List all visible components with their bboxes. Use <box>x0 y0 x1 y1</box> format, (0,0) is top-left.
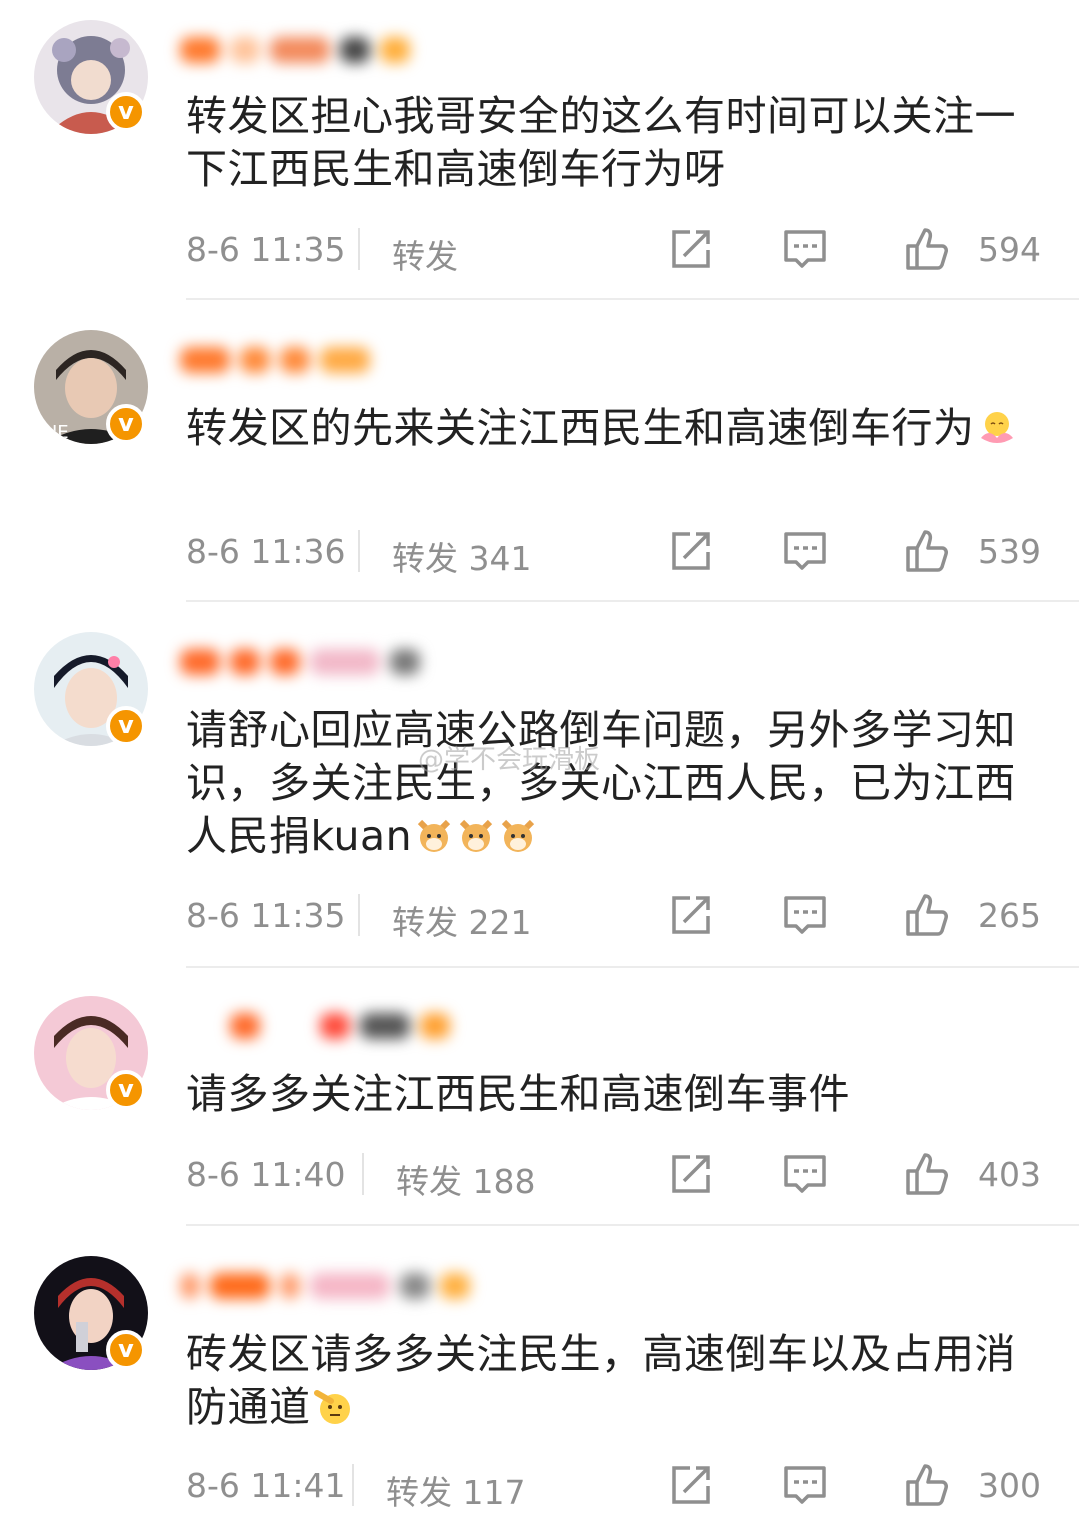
comment-time: 8-6 11:40 <box>186 1155 346 1194</box>
comment-text: 请舒心回应高速公路倒车问题，另外多学习知识，多关注民生，多关心江西人民，已为江西… <box>186 706 1016 860</box>
comment-icon[interactable] <box>782 1462 828 1508</box>
comment-time: 8-6 11:35 <box>186 230 346 269</box>
verified-badge-icon: v <box>106 706 146 746</box>
divider <box>186 966 1079 968</box>
comment-meta: 8-6 11:41 转发 117 300 <box>186 1460 1046 1512</box>
separator <box>352 1464 354 1506</box>
username-blurred[interactable] <box>180 1004 480 1048</box>
comment-text: 转发区担心我哥安全的这么有时间可以关注一下江西民生和高速倒车行为呀 <box>186 92 1016 193</box>
lotus-emoji-icon <box>980 412 1013 443</box>
comment-icon[interactable] <box>782 226 828 272</box>
watermark: @学不会玩滑板 <box>418 745 601 775</box>
divider <box>186 298 1079 300</box>
verified-badge-icon: v <box>106 92 146 132</box>
like-icon[interactable] <box>904 226 950 272</box>
comment-time: 8-6 11:36 <box>186 532 346 571</box>
separator <box>358 228 360 270</box>
verified-badge-icon: v <box>106 1330 146 1370</box>
separator <box>358 530 360 572</box>
comment-icon[interactable] <box>782 1151 828 1197</box>
share-icon[interactable] <box>668 1462 714 1508</box>
username-blurred[interactable] <box>180 28 480 72</box>
separator <box>362 1153 364 1195</box>
comment-text: 转发区的先来关注江西民生和高速倒车行为 <box>186 402 1046 455</box>
username-blurred[interactable] <box>180 640 480 684</box>
dog-emoji-icon <box>459 819 493 852</box>
repost-count[interactable]: 转发 <box>392 230 458 278</box>
comment-text: 砖发区请多多关注民生，高速倒车以及占用消防通道 <box>186 1330 1016 1431</box>
like-count: 265 <box>978 896 1041 935</box>
verified-badge-icon: v <box>106 1070 146 1110</box>
verified-badge-icon: v <box>106 404 146 444</box>
share-icon[interactable] <box>668 892 714 938</box>
comment-meta: 8-6 11:35 转发 221 265 <box>186 890 1046 942</box>
username-blurred[interactable] <box>180 338 480 382</box>
like-count: 300 <box>978 1466 1041 1505</box>
comment-icon[interactable] <box>782 892 828 938</box>
comment-meta: 8-6 11:35 转发 594 <box>186 224 1046 276</box>
like-count: 594 <box>978 230 1041 269</box>
comment-time: 8-6 11:41 <box>186 1466 346 1505</box>
repost-count[interactable]: 转发 221 <box>392 896 531 944</box>
share-icon[interactable] <box>668 226 714 272</box>
like-count: 539 <box>978 532 1041 571</box>
dog-emoji-icon <box>417 819 451 852</box>
divider <box>186 1224 1079 1226</box>
salute-emoji-icon <box>313 1390 350 1424</box>
comment-icon[interactable] <box>782 528 828 574</box>
comment-meta: 8-6 11:40 转发 188 403 <box>186 1149 1046 1201</box>
comment-meta: 8-6 11:36 转发 341 539 <box>186 526 1046 578</box>
like-icon[interactable] <box>904 1462 950 1508</box>
repost-count[interactable]: 转发 341 <box>392 532 531 580</box>
repost-count[interactable]: 转发 188 <box>396 1155 535 1203</box>
like-count: 403 <box>978 1155 1041 1194</box>
comment-text: 请多多关注江西民生和高速倒车事件 <box>186 1070 850 1118</box>
repost-count[interactable]: 转发 117 <box>386 1466 525 1514</box>
svg-text:IE: IE <box>52 422 69 443</box>
like-icon[interactable] <box>904 892 950 938</box>
divider <box>186 600 1079 602</box>
username-blurred[interactable] <box>180 1264 480 1308</box>
comment-time: 8-6 11:35 <box>186 896 346 935</box>
separator <box>358 894 360 936</box>
share-icon[interactable] <box>668 1151 714 1197</box>
like-icon[interactable] <box>904 528 950 574</box>
dog-emoji-icon <box>501 819 535 852</box>
share-icon[interactable] <box>668 528 714 574</box>
like-icon[interactable] <box>904 1151 950 1197</box>
